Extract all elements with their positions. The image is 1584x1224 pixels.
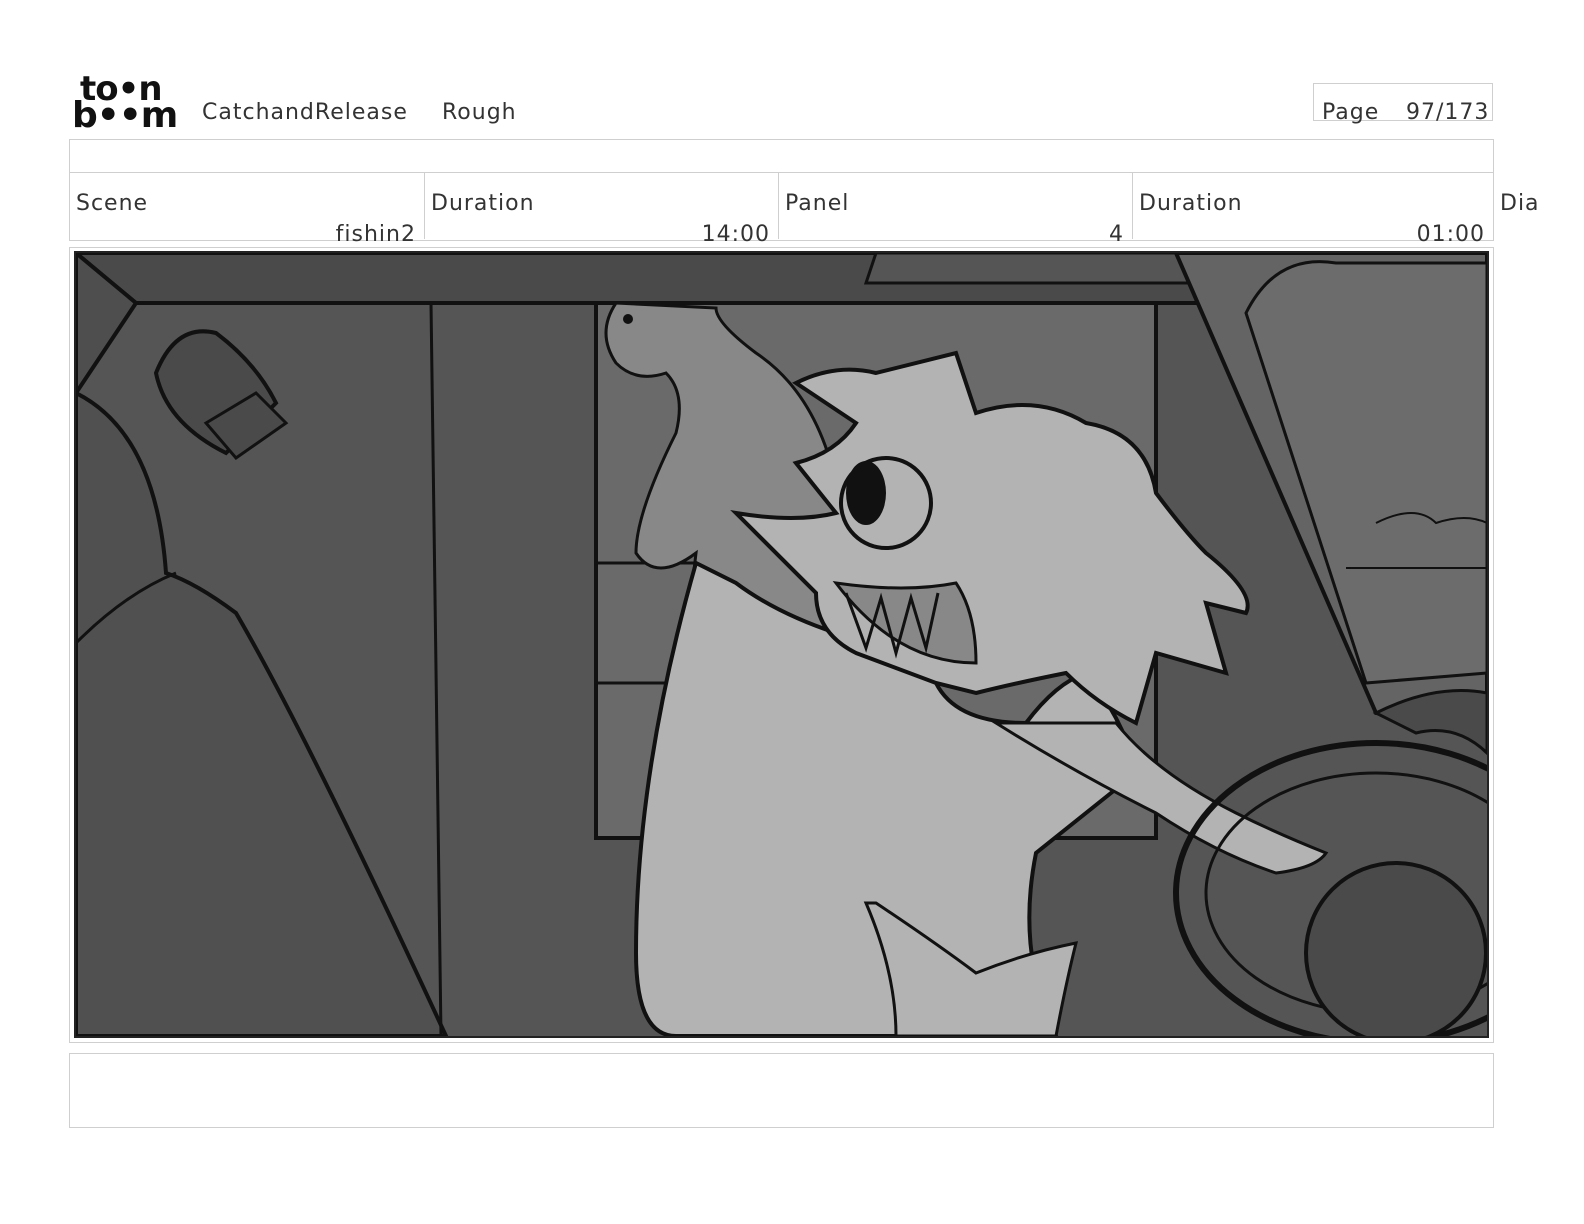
panel-info-row: Scene fishin2 Duration 14:00 Panel 4 Dur… bbox=[69, 173, 1494, 247]
storyboard-panel-image bbox=[74, 251, 1489, 1038]
scene-duration-value: 14:00 bbox=[701, 222, 770, 247]
header-blank-row bbox=[69, 139, 1494, 173]
panel-cell: Panel 4 bbox=[778, 173, 1132, 247]
toonboom-logo: to•n b••m bbox=[72, 72, 182, 136]
panel-duration-label: Duration bbox=[1139, 191, 1243, 216]
notes-box bbox=[69, 1053, 1494, 1128]
scene-value: fishin2 bbox=[335, 222, 416, 247]
dialogue-label: Dia bbox=[1500, 191, 1540, 216]
page-number: 97/173 bbox=[1406, 100, 1490, 125]
scene-duration-cell: Duration 14:00 bbox=[424, 173, 778, 247]
project-title: CatchandRelease bbox=[202, 100, 408, 125]
panel-duration-cell: Duration 01:00 bbox=[1132, 173, 1493, 247]
page-label: Page bbox=[1322, 100, 1380, 125]
scene-label: Scene bbox=[76, 191, 149, 216]
stage-label: Rough bbox=[442, 100, 517, 125]
panel-duration-value: 01:00 bbox=[1416, 222, 1485, 247]
scene-cell: Scene fishin2 bbox=[70, 173, 424, 247]
storyboard-sketch bbox=[76, 253, 1487, 1036]
panel-value: 4 bbox=[1109, 222, 1124, 247]
panel-label: Panel bbox=[785, 191, 850, 216]
logo-line-2: b••m bbox=[72, 95, 178, 136]
page-indicator: Page 97/173 bbox=[1313, 83, 1493, 125]
scene-duration-label: Duration bbox=[431, 191, 535, 216]
